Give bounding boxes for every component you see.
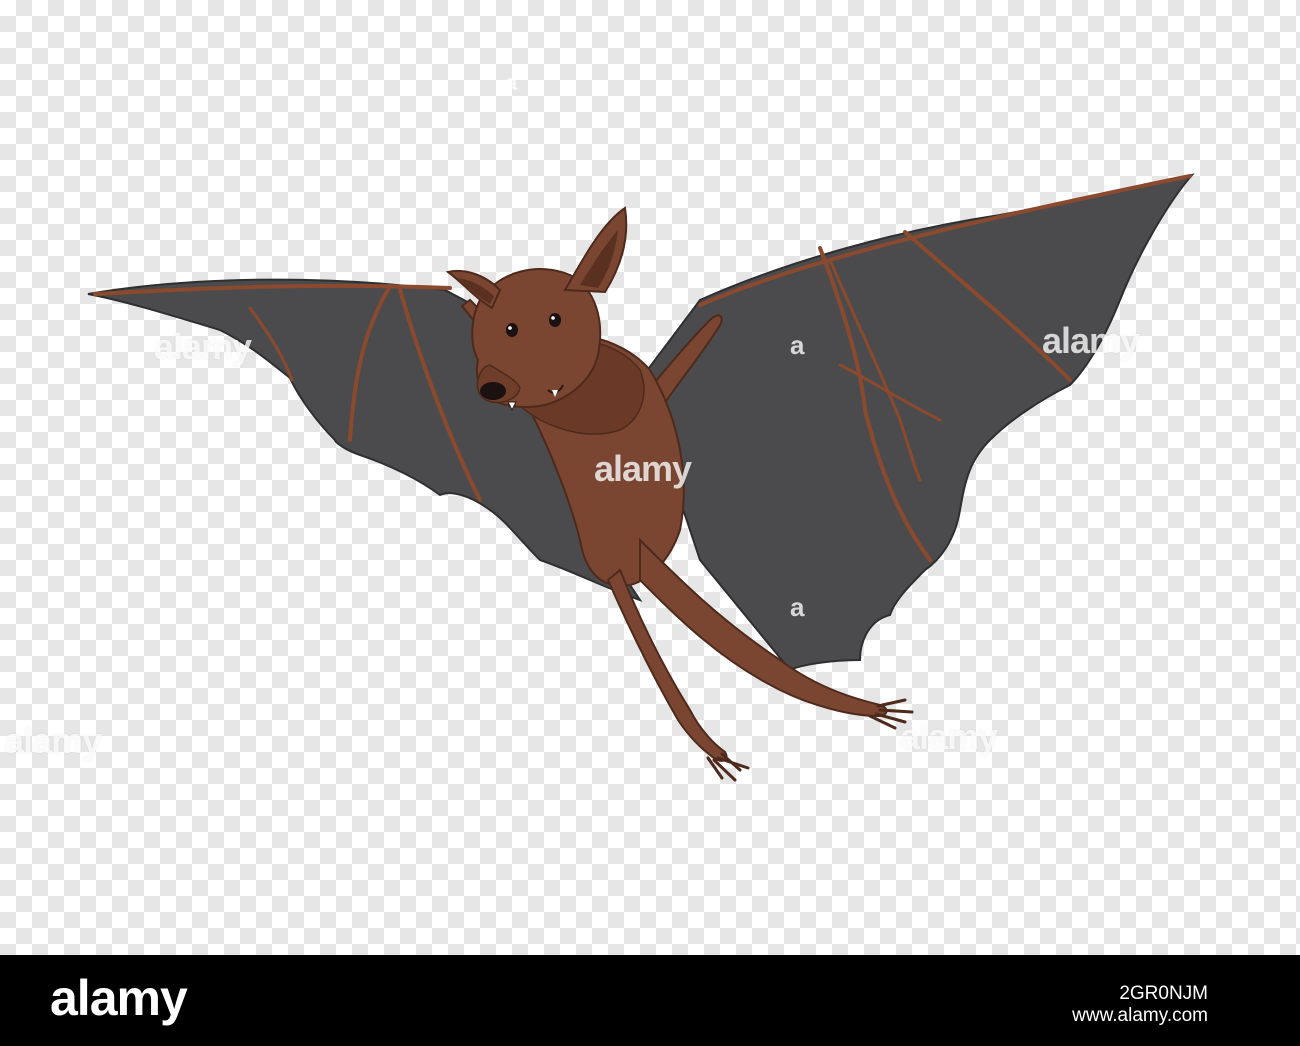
watermark-a-1: a bbox=[790, 330, 805, 360]
watermark-a-2: a bbox=[790, 592, 805, 622]
footer-site-url[interactable]: www.alamy.com bbox=[1072, 1005, 1208, 1027]
footer-logo[interactable]: alamy bbox=[50, 969, 188, 1027]
watermark-bottom-right: alamy bbox=[900, 716, 998, 757]
watermark-bottom-left: alamy bbox=[4, 720, 102, 761]
right-wing bbox=[638, 173, 1195, 672]
watermark-left: alamy bbox=[154, 326, 252, 367]
footer-image-id: 2GR0NJM bbox=[1119, 983, 1208, 1004]
footer-image-info: 2GR0NJM www.alamy.com bbox=[1072, 983, 1208, 1027]
watermark-right: alamy bbox=[1042, 320, 1140, 361]
watermark-center: alamy bbox=[594, 448, 692, 489]
watermark-a-3: a bbox=[505, 70, 518, 95]
footer-bar: alamy 2GR0NJM www.alamy.com bbox=[0, 955, 1300, 1046]
image-canvas: alamy alamy alamy alamy alamy a a a bbox=[0, 0, 1300, 955]
